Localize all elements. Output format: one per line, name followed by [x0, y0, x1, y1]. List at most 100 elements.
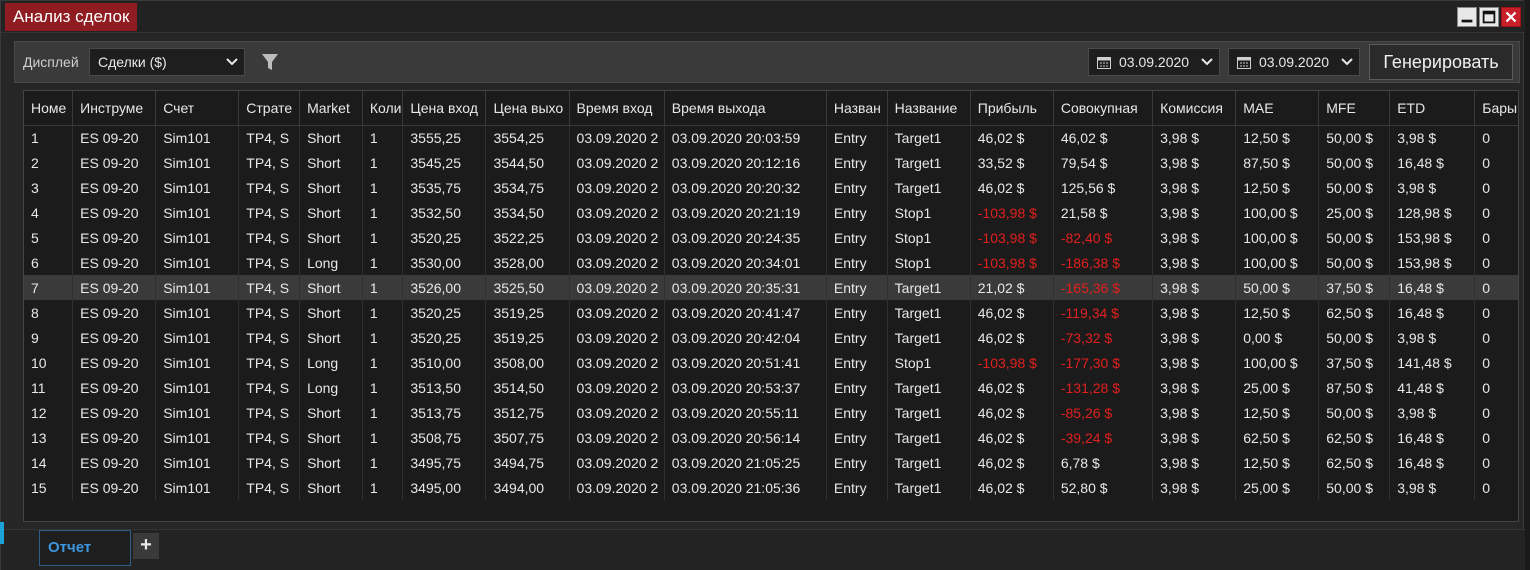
table-cell: 3,98 $: [1152, 325, 1237, 350]
column-header[interactable]: Счет: [155, 91, 240, 126]
table-cell: 1: [362, 125, 404, 150]
column-header[interactable]: ETD: [1389, 91, 1476, 126]
column-header[interactable]: Market: [299, 91, 363, 126]
table-row[interactable]: 1 ES 09-20 Sim101 TP4, S Short 1 3555,25 3554,2…: [24, 125, 1518, 150]
column-header[interactable]: Номе: [24, 91, 74, 126]
table-cell: 87,50 $: [1235, 150, 1320, 175]
column-header[interactable]: Цена выхо: [485, 91, 570, 126]
edge-accent: [0, 522, 4, 544]
table-cell: 11: [24, 375, 74, 400]
chevron-down-icon: [1201, 58, 1213, 66]
table-cell: 10: [24, 350, 74, 375]
column-header[interactable]: Время выхода: [664, 91, 827, 126]
table-cell: Target1: [887, 425, 971, 450]
title-bar[interactable]: Анализ сделок: [1, 1, 1525, 33]
column-header[interactable]: Совокупная: [1053, 91, 1154, 126]
table-cell: 50,00 $: [1235, 275, 1320, 300]
column-header[interactable]: Страте: [238, 91, 301, 126]
table-cell: TP4, S: [238, 375, 301, 400]
filter-icon[interactable]: [261, 52, 279, 72]
table-cell: 46,02 $: [970, 375, 1054, 400]
table-cell: 13: [24, 425, 74, 450]
table-row[interactable]: 6 ES 09-20 Sim101 TP4, S Long 1 3530,00 3528,00…: [24, 250, 1518, 275]
table-row[interactable]: 4 ES 09-20 Sim101 TP4, S Short 1 3532,50 3534,5…: [24, 200, 1518, 225]
trades-grid[interactable]: Номе Инструме Счет Страте Market Коли Цена вхо…: [23, 90, 1519, 522]
maximize-button[interactable]: [1479, 7, 1499, 27]
close-button[interactable]: [1501, 7, 1521, 27]
column-header[interactable]: MAE: [1235, 91, 1320, 126]
column-header[interactable]: Время вход: [569, 91, 665, 126]
table-cell: 6,78 $: [1053, 450, 1154, 475]
generate-button[interactable]: Генерировать: [1369, 44, 1513, 80]
column-header[interactable]: Комиссия: [1152, 91, 1237, 126]
date-from-picker[interactable]: 03.09.2020: [1088, 48, 1220, 76]
column-header[interactable]: Инструме: [72, 91, 157, 126]
table-row[interactable]: 14 ES 09-20 Sim101 TP4, S Short 1 3495,75 3494,…: [24, 450, 1518, 475]
table-cell: 03.09.2020 2: [569, 125, 665, 150]
tab-report[interactable]: Отчет: [39, 530, 131, 566]
table-row[interactable]: 3 ES 09-20 Sim101 TP4, S Short 1 3535,75 3534,7…: [24, 175, 1518, 200]
table-cell: 03.09.2020 20:51:41: [664, 350, 827, 375]
display-select-value: Сделки ($): [98, 54, 167, 70]
table-row[interactable]: 11 ES 09-20 Sim101 TP4, S Long 1 3513,50 3514,5…: [24, 375, 1518, 400]
table-cell: 125,56 $: [1053, 175, 1154, 200]
table-cell: Stop1: [887, 350, 971, 375]
table-cell: 100,00 $: [1235, 200, 1320, 225]
display-select[interactable]: Сделки ($): [89, 48, 245, 76]
table-cell: 46,02 $: [1053, 125, 1154, 150]
table-cell: 03.09.2020 20:20:32: [664, 175, 827, 200]
column-header[interactable]: MFE: [1318, 91, 1391, 126]
table-cell: 1: [24, 125, 74, 150]
table-cell: 12,50 $: [1235, 450, 1320, 475]
table-cell: 16,48 $: [1389, 275, 1476, 300]
column-header[interactable]: Название: [887, 91, 971, 126]
table-row[interactable]: 10 ES 09-20 Sim101 TP4, S Long 1 3510,00 3508,0…: [24, 350, 1518, 375]
table-cell: TP4, S: [238, 125, 301, 150]
table-cell: Sim101: [155, 150, 240, 175]
table-cell: Sim101: [155, 375, 240, 400]
date-to-picker[interactable]: 03.09.2020: [1228, 48, 1360, 76]
table-cell: 3,98 $: [1152, 300, 1237, 325]
table-cell: 1: [362, 225, 404, 250]
table-cell: 3544,50: [485, 150, 570, 175]
table-row[interactable]: 8 ES 09-20 Sim101 TP4, S Short 1 3520,25 3519,2…: [24, 300, 1518, 325]
column-header[interactable]: Назван: [826, 91, 888, 126]
table-row[interactable]: 5 ES 09-20 Sim101 TP4, S Short 1 3520,25 3522,2…: [24, 225, 1518, 250]
table-row[interactable]: 13 ES 09-20 Sim101 TP4, S Short 1 3508,75 3507,…: [24, 425, 1518, 450]
column-header[interactable]: Бары: [1474, 91, 1518, 126]
table-cell: 3555,25: [402, 125, 487, 150]
table-cell: 3532,50: [402, 200, 487, 225]
table-cell: ES 09-20: [72, 125, 157, 150]
table-cell: 1: [362, 350, 404, 375]
table-cell: 0: [1474, 400, 1518, 425]
table-cell: 3,98 $: [1152, 450, 1237, 475]
table-cell: 3,98 $: [1152, 400, 1237, 425]
table-cell: 3,98 $: [1152, 275, 1237, 300]
table-cell: 16,48 $: [1389, 450, 1476, 475]
column-header[interactable]: Цена вход: [402, 91, 487, 126]
table-cell: 03.09.2020 21:05:36: [664, 475, 827, 500]
column-header[interactable]: Прибыль: [970, 91, 1054, 126]
table-cell: 3,98 $: [1152, 175, 1237, 200]
table-row[interactable]: 2 ES 09-20 Sim101 TP4, S Short 1 3545,25 3544,5…: [24, 150, 1518, 175]
table-cell: Sim101: [155, 400, 240, 425]
add-tab-button[interactable]: +: [133, 533, 159, 559]
table-row[interactable]: 7 ES 09-20 Sim101 TP4, S Short 1 3526,00 3525,5…: [24, 275, 1518, 300]
table-row[interactable]: 12 ES 09-20 Sim101 TP4, S Short 1 3513,75 3512,…: [24, 400, 1518, 425]
table-cell: TP4, S: [238, 350, 301, 375]
table-cell: 62,50 $: [1235, 425, 1320, 450]
table-cell: -73,32 $: [1053, 325, 1154, 350]
table-cell: 3530,00: [402, 250, 487, 275]
minimize-button[interactable]: [1457, 7, 1477, 27]
table-cell: 12,50 $: [1235, 175, 1320, 200]
column-header[interactable]: Коли: [362, 91, 404, 126]
table-row[interactable]: 9 ES 09-20 Sim101 TP4, S Short 1 3520,25 3519,2…: [24, 325, 1518, 350]
table-cell: TP4, S: [238, 475, 301, 500]
table-cell: 3554,25: [485, 125, 570, 150]
table-cell: 0: [1474, 225, 1518, 250]
table-cell: Stop1: [887, 225, 971, 250]
table-cell: Entry: [826, 225, 888, 250]
table-row[interactable]: 15 ES 09-20 Sim101 TP4, S Short 1 3495,00 3494,…: [24, 475, 1518, 500]
table-cell: 3,98 $: [1152, 375, 1237, 400]
table-cell: Sim101: [155, 200, 240, 225]
